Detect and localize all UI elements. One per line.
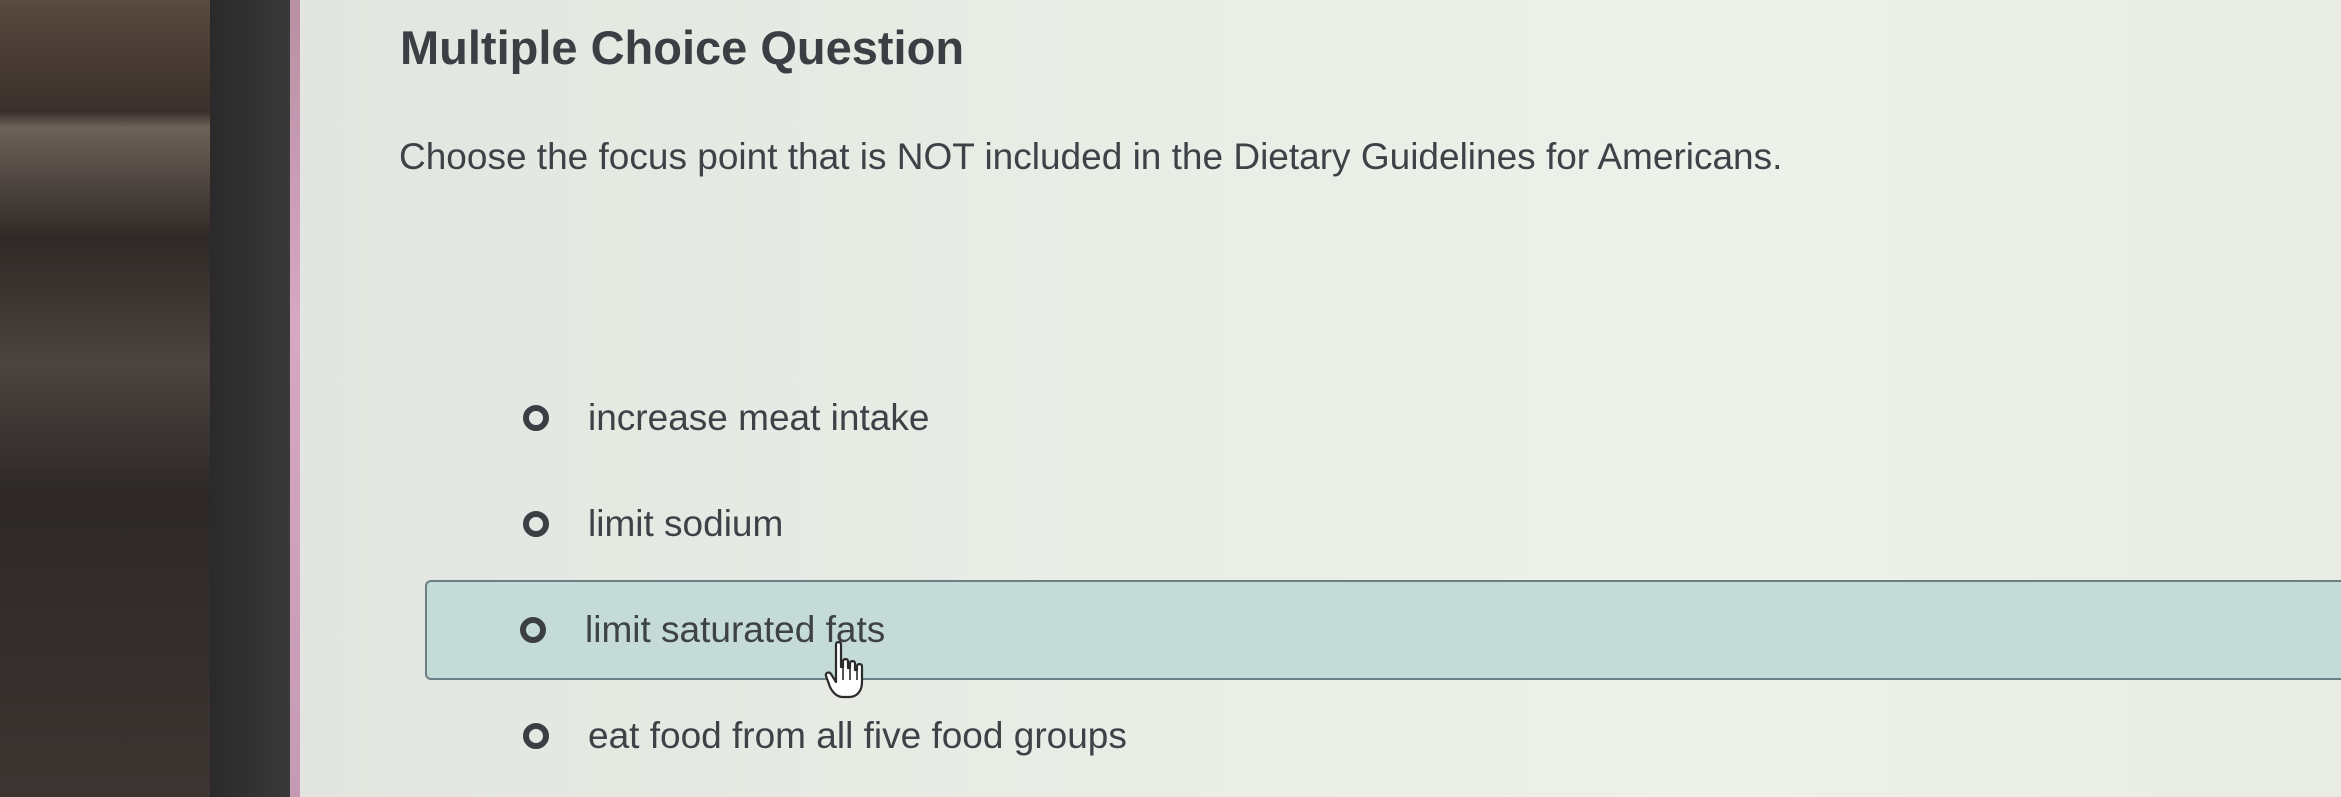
hand-pointer-cursor-icon	[824, 641, 864, 699]
answer-option-1[interactable]: increase meat intake	[428, 368, 2341, 468]
answer-option-2[interactable]: limit sodium	[428, 474, 2341, 574]
radio-unselected-icon[interactable]	[520, 617, 546, 643]
radio-unselected-icon[interactable]	[523, 723, 549, 749]
answer-option-4[interactable]: eat food from all five food groups	[428, 686, 2341, 786]
answer-options: increase meat intake limit sodium limit …	[0, 0, 2341, 797]
answer-option-label: limit sodium	[588, 503, 784, 544]
radio-unselected-icon[interactable]	[523, 405, 549, 431]
answer-option-label: eat food from all five food groups	[588, 715, 1127, 756]
answer-option-label: increase meat intake	[588, 397, 930, 438]
radio-unselected-icon[interactable]	[523, 511, 549, 537]
answer-option-3[interactable]: limit saturated fats	[425, 580, 2341, 680]
